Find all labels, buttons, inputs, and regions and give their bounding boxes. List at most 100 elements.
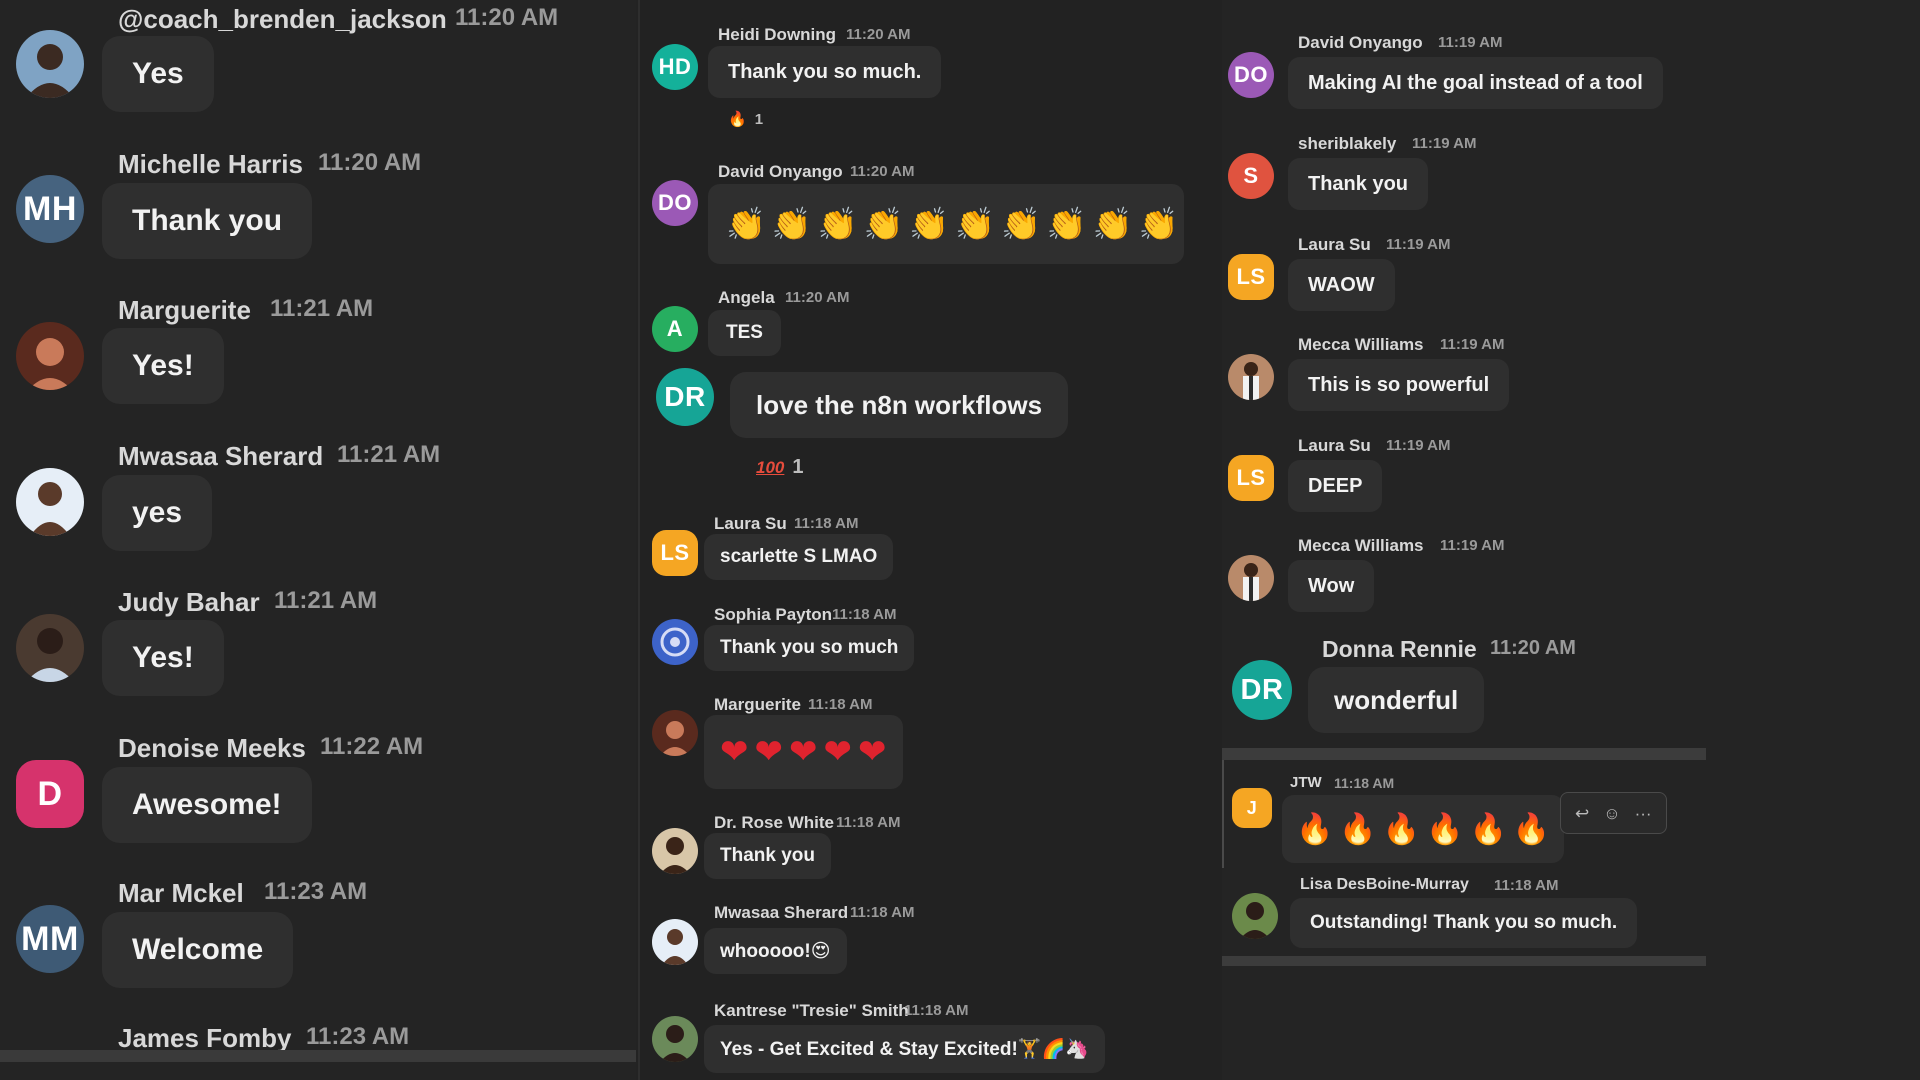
message-actions: ↩ ☺ ··· xyxy=(1560,792,1667,834)
sender-name: Marguerite xyxy=(118,295,251,325)
message-time: 11:19 AM xyxy=(1440,537,1505,554)
avatar[interactable]: MH xyxy=(16,175,84,243)
avatar[interactable] xyxy=(1228,354,1274,400)
message-bubble[interactable]: whooooo!😍 xyxy=(704,928,847,974)
message-time: 11:20 AM xyxy=(1490,637,1576,659)
message-bubble[interactable]: scarlette S LMAO xyxy=(704,534,894,580)
avatar[interactable] xyxy=(16,30,84,98)
message-bubble[interactable]: yes xyxy=(102,475,213,551)
clap-icon: 👏 xyxy=(1001,206,1041,242)
avatar[interactable]: J xyxy=(1232,788,1272,828)
message-time: 11:21 AM xyxy=(274,587,378,614)
message-time: 11:21 AM xyxy=(337,441,441,468)
avatar[interactable]: LS xyxy=(1228,254,1274,300)
heart-icon: ❤ xyxy=(754,733,784,771)
sender-name: Mar Mckel xyxy=(118,878,244,908)
avatar[interactable]: LS xyxy=(1228,455,1274,501)
heart-icon: ❤ xyxy=(858,733,887,771)
sender-name: Heidi Downing xyxy=(718,25,837,44)
avatar[interactable]: DR xyxy=(656,368,714,426)
message-bubble[interactable]: Awesome! xyxy=(102,767,312,843)
message-time: 11:20 AM xyxy=(785,289,850,306)
avatar[interactable]: MM xyxy=(16,905,84,973)
avatar[interactable] xyxy=(16,322,84,390)
message-bubble[interactable]: Wow xyxy=(1288,560,1375,612)
sender-name: Laura Su xyxy=(714,514,787,533)
clap-icon: 👏 xyxy=(1092,206,1133,242)
avatar[interactable]: DO xyxy=(1228,52,1274,98)
message-bubble[interactable]: Yes! xyxy=(102,620,224,696)
message-bubble[interactable]: WAOW xyxy=(1288,259,1395,311)
message-bubble[interactable]: TES xyxy=(708,310,781,356)
message-bubble[interactable]: Yes xyxy=(102,36,214,112)
avatar[interactable]: HD xyxy=(652,44,698,90)
message-bubble[interactable]: Thank you xyxy=(1288,158,1429,210)
message-bubble[interactable]: Thank you xyxy=(102,183,313,259)
reaction-badge[interactable]: 100 1 xyxy=(756,456,804,479)
avatar[interactable] xyxy=(652,828,698,874)
message-bubble[interactable]: Yes! xyxy=(102,328,224,404)
message-bubble[interactable]: Making AI the goal instead of a tool xyxy=(1288,57,1663,109)
avatar[interactable] xyxy=(652,1016,698,1062)
avatar[interactable] xyxy=(1228,555,1274,601)
sender-name: sheriblakely xyxy=(1298,134,1397,153)
fire-icon: 🔥 xyxy=(1512,812,1551,846)
avatar[interactable]: D xyxy=(16,760,84,828)
avatar[interactable] xyxy=(16,468,84,536)
chat-panel-left[interactable]: @coach_brenden_jackson 11:20 AM Yes MH M… xyxy=(0,0,636,1080)
clap-icon: 👏 xyxy=(771,206,812,242)
avatar[interactable] xyxy=(1232,893,1278,939)
avatar[interactable]: LS xyxy=(652,530,698,576)
message-time: 11:20 AM xyxy=(850,163,915,180)
fire-icon: 🔥 xyxy=(1426,812,1464,846)
sender-name: @coach_brenden_jackson xyxy=(118,4,447,34)
sender-name: Dr. Rose White xyxy=(714,813,834,832)
reaction-badge[interactable]: 🔥 1 xyxy=(728,110,763,129)
message-time: 11:18 AM xyxy=(832,606,897,623)
avatar[interactable]: DO xyxy=(652,180,698,226)
avatar[interactable]: DR xyxy=(1232,660,1292,720)
fire-icon: 🔥 xyxy=(1296,812,1334,846)
clap-icon: 👏 xyxy=(726,206,766,242)
message-time: 11:19 AM xyxy=(1438,34,1503,51)
avatar[interactable] xyxy=(652,619,698,665)
message-time: 11:18 AM xyxy=(850,904,915,921)
message-bubble[interactable]: Yes - Get Excited & Stay Excited!🏋🌈🦄 xyxy=(704,1025,1105,1073)
message-bubble[interactable]: Thank you so much xyxy=(704,625,915,671)
message-bubble[interactable]: This is so powerful xyxy=(1288,359,1510,411)
message-bubble[interactable]: 👏 👏 👏 👏 👏 👏 👏 👏 👏 👏 xyxy=(708,184,1184,264)
add-reaction-icon[interactable]: ☺ xyxy=(1603,805,1620,822)
message-bubble[interactable]: love the n8n workflows xyxy=(730,372,1069,438)
avatar[interactable]: S xyxy=(1228,153,1274,199)
emoji-row: 🔥 🔥 🔥 🔥 🔥 🔥 xyxy=(1296,812,1550,847)
avatar[interactable] xyxy=(652,919,698,965)
message-bubble[interactable]: wonderful xyxy=(1308,667,1485,733)
user-photo-icon xyxy=(652,710,698,756)
chat-panel-middle[interactable]: HD Heidi Downing 11:20 AM Thank you so m… xyxy=(638,0,1222,1080)
user-photo-icon xyxy=(652,1016,698,1062)
message-bubble[interactable]: 🔥 🔥 🔥 🔥 🔥 🔥 xyxy=(1282,795,1565,863)
message-time: 11:20 AM xyxy=(846,26,911,43)
message-time: 11:18 AM xyxy=(1494,877,1559,894)
avatar[interactable] xyxy=(652,710,698,756)
message-time: 11:18 AM xyxy=(1334,775,1395,791)
message-bubble[interactable]: Thank you so much. xyxy=(708,46,942,98)
sender-name: JTW xyxy=(1290,774,1322,791)
avatar[interactable] xyxy=(16,614,84,682)
avatar[interactable]: A xyxy=(652,306,698,352)
user-photo-icon xyxy=(16,614,84,682)
message-bubble[interactable]: Thank you xyxy=(704,833,832,879)
message-bubble[interactable]: Welcome xyxy=(102,912,294,988)
horizontal-scrollbar[interactable] xyxy=(0,1050,636,1062)
message-bubble[interactable]: DEEP xyxy=(1288,460,1383,512)
message-time: 11:19 AM xyxy=(1412,135,1477,152)
fire-icon: 🔥 xyxy=(1382,812,1421,846)
more-icon[interactable]: ··· xyxy=(1635,805,1652,822)
message-bubble[interactable]: Outstanding! Thank you so much. xyxy=(1290,898,1638,948)
message-time: 11:21 AM xyxy=(270,295,374,322)
chat-panel-right[interactable]: DO David Onyango 11:19 AM Making AI the … xyxy=(1222,0,1920,1080)
user-photo-icon xyxy=(1228,354,1274,400)
clap-icon: 👏 xyxy=(909,206,950,242)
reply-icon[interactable]: ↩ xyxy=(1575,805,1589,822)
message-bubble[interactable]: ❤ ❤ ❤ ❤ ❤ xyxy=(704,715,903,789)
